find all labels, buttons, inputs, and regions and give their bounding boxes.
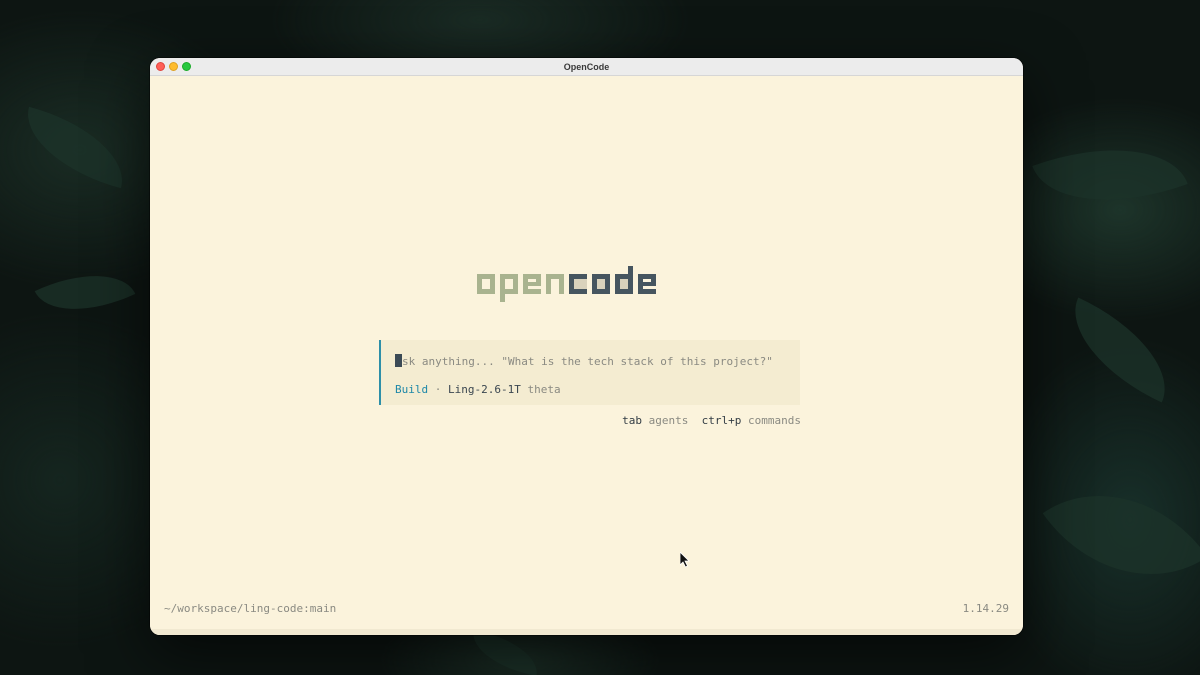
logo-letter-o xyxy=(592,266,610,302)
background-leaf xyxy=(1042,450,1200,620)
model-name[interactable]: Ling-2.6-1T xyxy=(448,383,521,396)
app-window: OpenCode sk anything... "What is the tec… xyxy=(150,58,1023,635)
hint-key-ctrl-p: ctrl+p xyxy=(701,414,742,427)
hint-key-tab: tab xyxy=(622,414,643,427)
agent-mode-label[interactable]: Build xyxy=(395,383,428,396)
model-variant[interactable]: theta xyxy=(527,383,560,396)
title-bar: OpenCode xyxy=(150,58,1023,76)
prompt-input[interactable]: sk anything... "What is the tech stack o… xyxy=(379,340,800,405)
bottom-strip xyxy=(150,629,1023,635)
hint-label-agents: agents xyxy=(648,414,689,427)
placeholder-text: sk anything... "What is the tech stack o… xyxy=(402,355,773,368)
version-label: 1.14.29 xyxy=(962,602,1009,615)
prompt-placeholder[interactable]: sk anything... "What is the tech stack o… xyxy=(395,354,773,368)
separator: · xyxy=(434,383,442,396)
agent-model-line: Build · Ling-2.6-1T theta xyxy=(395,383,561,396)
zoom-button[interactable] xyxy=(182,62,191,71)
workspace-path: ~/workspace/ling-code:main xyxy=(164,602,337,615)
logo-letter-e xyxy=(638,266,656,302)
close-button[interactable] xyxy=(156,62,165,71)
hint-label-commands: commands xyxy=(748,414,801,427)
background-leaf xyxy=(14,106,136,189)
background-leaf xyxy=(34,253,136,332)
background-leaf xyxy=(1032,118,1188,232)
background-leaf xyxy=(1052,297,1188,403)
logo-letter-e xyxy=(523,266,541,302)
logo-letter-d xyxy=(615,266,633,302)
logo-letter-n xyxy=(546,266,564,302)
terminal-content: sk anything... "What is the tech stack o… xyxy=(150,76,1023,635)
keyboard-hints: tab agents ctrl+p commands xyxy=(622,414,801,427)
minimize-button[interactable] xyxy=(169,62,178,71)
window-controls xyxy=(156,62,191,71)
logo-letter-c xyxy=(569,266,587,302)
background-leaf xyxy=(467,630,543,675)
opencode-logo xyxy=(477,266,656,302)
mouse-pointer-icon xyxy=(679,551,690,572)
logo-letter-p xyxy=(500,266,518,302)
window-title: OpenCode xyxy=(563,61,610,72)
logo-letter-o xyxy=(477,266,495,302)
text-cursor xyxy=(395,354,402,367)
